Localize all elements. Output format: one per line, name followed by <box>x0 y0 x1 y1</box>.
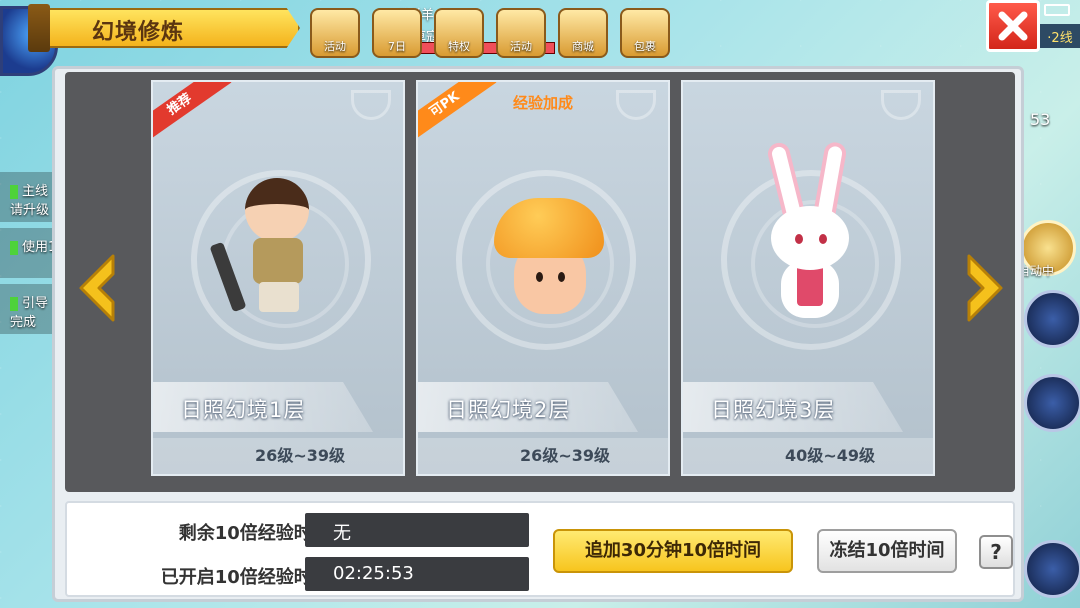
hud-timer: 53 <box>1030 110 1051 129</box>
exp-boost-panel: 剩余10倍经验时间: 无 已开启10倍经验时间: 02:25:53 追加30分钟… <box>65 501 1015 597</box>
battery-icon <box>1044 4 1070 16</box>
switch-target-button[interactable] <box>1024 540 1080 598</box>
dungeon-carousel: 推荐 日照幻境1层 26级~39级 经验加成 可PK 日照幻境2层 26级~39… <box>65 72 1015 492</box>
dungeon-card-2[interactable]: 经验加成 可PK 日照幻境2层 26级~39级 <box>416 80 670 476</box>
close-icon <box>998 11 1028 41</box>
dungeon-name: 日照幻境2层 <box>446 398 571 422</box>
help-button[interactable]: ? <box>979 535 1013 569</box>
title-scroll-cap <box>28 4 50 52</box>
shortcut-7day[interactable]: 7日 <box>372 8 422 58</box>
dungeon-level-range: 40级~49级 <box>785 446 875 465</box>
shortcut-activity[interactable]: 活动 <box>310 8 360 58</box>
shortcut-event[interactable]: 活动 <box>496 8 546 58</box>
shortcut-bar: 活动 7日 特权 活动 商城 包裹 <box>310 8 670 58</box>
server-line[interactable]: ·2线 <box>1040 24 1080 48</box>
quest-marker-icon <box>10 296 18 311</box>
shortcut-privilege[interactable]: 特权 <box>434 8 484 58</box>
dungeon-card-3[interactable]: 日照幻境3层 40级~49级 <box>681 80 935 476</box>
illusion-training-dialog: 推荐 日照幻境1层 26级~39级 经验加成 可PK 日照幻境2层 26级~39… <box>52 66 1024 602</box>
recommend-badge: 推荐 <box>153 82 232 146</box>
dungeon-name: 日照幻境3层 <box>711 398 836 422</box>
page-title: 幻境修炼 <box>92 20 185 45</box>
opened-exp-time-value: 02:25:53 <box>305 557 529 591</box>
dungeon-level-range: 26级~39级 <box>255 446 345 465</box>
card-ornament <box>351 90 391 120</box>
dungeon-name: 日照幻境1层 <box>181 398 306 422</box>
skill-button-2[interactable] <box>1024 374 1080 432</box>
card-ornament <box>881 90 921 120</box>
quest-marker-icon <box>10 240 18 255</box>
quest-marker-icon <box>10 184 18 199</box>
remaining-exp-time-value: 无 <box>305 513 529 547</box>
prev-arrow-icon[interactable] <box>73 252 121 324</box>
dungeon-card-1[interactable]: 推荐 日照幻境1层 26级~39级 <box>151 80 405 476</box>
skill-button-1[interactable] <box>1024 290 1080 348</box>
shortcut-shop[interactable]: 商城 <box>558 8 608 58</box>
freeze-exp-time-button[interactable]: 冻结10倍时间 <box>817 529 957 573</box>
next-arrow-icon[interactable] <box>961 252 1009 324</box>
shortcut-bag[interactable]: 包裹 <box>620 8 670 58</box>
add-exp-time-button[interactable]: 追加30分钟10倍时间 <box>553 529 793 573</box>
close-button[interactable] <box>986 0 1040 52</box>
dungeon-level-range: 26级~39级 <box>520 446 610 465</box>
